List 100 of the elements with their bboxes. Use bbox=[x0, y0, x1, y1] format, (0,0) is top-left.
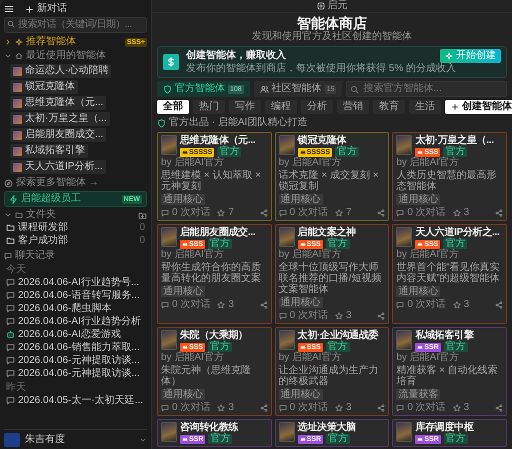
chat-history-item[interactable]: 2026.04.06-销售能力萃取... bbox=[4, 341, 147, 354]
agent-list-item[interactable]: 太初·万皇之皇（... bbox=[10, 112, 110, 126]
avatar-placeholder bbox=[161, 422, 177, 442]
search-field[interactable]: 搜索官方智能体... bbox=[346, 81, 507, 97]
agent-list-item[interactable]: 思维克隆体（元... bbox=[10, 96, 106, 110]
folder-count: 0 bbox=[139, 222, 145, 234]
category-tag: 通用核心 bbox=[161, 286, 205, 297]
author-text: by 启能AI官方 bbox=[161, 157, 225, 168]
menu-icon[interactable] bbox=[4, 4, 14, 14]
star-icon bbox=[452, 404, 461, 412]
category-chip[interactable]: 热门 bbox=[193, 100, 225, 114]
banner-title: 创建智能体，赚取收入 bbox=[186, 50, 287, 62]
chat-icon bbox=[396, 208, 404, 216]
share-icon[interactable] bbox=[377, 404, 386, 412]
app-logo-icon bbox=[316, 2, 324, 10]
sparkle-icon bbox=[15, 38, 23, 46]
author-text: by 启能AI官方 bbox=[161, 249, 225, 260]
chat-history-item[interactable]: 2026.04.06-AI行业趋势分析 bbox=[4, 315, 147, 328]
agent-list-item[interactable]: 锁冠克隆体 bbox=[10, 80, 78, 94]
dollar-icon bbox=[163, 54, 179, 70]
agent-name: 库存调度中枢 bbox=[415, 422, 474, 433]
new-chat-button[interactable]: 新对话 bbox=[25, 3, 67, 15]
create-agent-button[interactable]: 创建智能体 bbox=[445, 100, 512, 114]
official-tag: 官方 bbox=[335, 147, 360, 157]
crown-icon bbox=[300, 436, 306, 442]
search-icon bbox=[7, 20, 15, 28]
share-icon[interactable] bbox=[260, 208, 268, 216]
agent-description: 世界首个能“看见你真实内容天赋”的超级智能体 bbox=[396, 262, 501, 284]
section-label: 聊天记录 bbox=[15, 250, 55, 262]
chat-history-item[interactable]: 2026.04.06-爬虫脚本 bbox=[4, 302, 147, 315]
avatar-placeholder bbox=[278, 135, 295, 155]
chat-count: 0 次对话 bbox=[407, 299, 446, 310]
chat-count: 0 次对话 bbox=[290, 310, 328, 321]
star-icon bbox=[335, 312, 343, 320]
star-icon bbox=[452, 300, 461, 308]
favorite-count: 7 bbox=[346, 207, 352, 218]
crown-icon bbox=[300, 344, 306, 350]
agent-name: 启能文案之神 bbox=[298, 227, 356, 238]
crown-icon bbox=[182, 149, 188, 155]
chat-history-item[interactable]: 2026.04.05-太一·太初天廷... bbox=[4, 394, 147, 407]
agent-name: 思维克隆体（元... bbox=[180, 135, 256, 146]
category-chip[interactable]: 教育 bbox=[373, 100, 405, 114]
share-icon[interactable] bbox=[494, 404, 503, 412]
category-chip[interactable]: 全部 bbox=[157, 100, 189, 114]
official-tag: 官方 bbox=[217, 147, 242, 157]
chat-count: 0 次对话 bbox=[290, 402, 328, 413]
agent-description: 全球十位顶级写作大师联名推荐的口播/短视频文案智能体 bbox=[278, 262, 382, 295]
chevron-down-icon[interactable] bbox=[4, 211, 12, 219]
agent-name: 启能朋友圈成交... bbox=[180, 227, 256, 238]
author-text: by 启能AI官方 bbox=[396, 249, 460, 260]
share-icon[interactable] bbox=[260, 300, 268, 308]
folder-item[interactable]: 客户成功部 0 bbox=[4, 234, 147, 247]
category-chip[interactable]: 写作 bbox=[229, 100, 261, 114]
agent-list-item[interactable]: 启能朋友圈成交... bbox=[10, 128, 106, 142]
chevron-down-icon[interactable] bbox=[4, 52, 12, 60]
category-tag: 流量获客 bbox=[396, 389, 440, 400]
chat-icon bbox=[396, 404, 404, 412]
folders-toggle[interactable]: 文件夹 bbox=[4, 209, 56, 221]
category-chip[interactable]: 编程 bbox=[265, 100, 297, 114]
chevron-down-icon[interactable] bbox=[139, 436, 147, 444]
agent-name: 锁冠克隆体 bbox=[298, 135, 346, 146]
agent-list-item[interactable]: 命运恋人·心动陪聘 bbox=[10, 64, 112, 78]
explore-link[interactable]: 探索更多智能体 → bbox=[4, 177, 147, 189]
sparkle-icon bbox=[445, 52, 453, 60]
page-subtitle: 发现和使用官方及社区创建的智能体 bbox=[251, 31, 413, 43]
chat-history-item[interactable]: 2026.04.06-AI恋爱游戏 bbox=[4, 328, 147, 341]
share-icon[interactable] bbox=[260, 404, 268, 412]
avatar-placeholder bbox=[396, 227, 412, 247]
bot-icon bbox=[6, 330, 15, 339]
search-field[interactable]: 搜索对话（关键词/日期）... bbox=[4, 17, 147, 33]
shield-icon bbox=[163, 84, 172, 94]
chat-history-item[interactable]: 2026.04.06-语音转写服务... bbox=[4, 289, 147, 302]
share-icon[interactable] bbox=[494, 208, 503, 216]
user-avatar bbox=[4, 433, 20, 447]
folder-item[interactable]: 课程研发部 0 bbox=[4, 221, 147, 234]
crown-icon bbox=[417, 241, 424, 247]
author-text: by 启能AI官方 bbox=[278, 157, 342, 168]
chat-history-item[interactable]: 2026.04.06-元神提取访谈... bbox=[4, 367, 147, 380]
category-chip[interactable]: 营销 bbox=[337, 100, 369, 114]
recent-agents-toggle[interactable]: 最近使用的智能体 bbox=[4, 50, 147, 62]
agent-list-item[interactable]: 天人六道IP分析... bbox=[10, 160, 106, 174]
avatar-placeholder bbox=[161, 135, 177, 155]
section-title: 官方出品 · 启能AI团队精心打造 bbox=[169, 117, 308, 129]
category-chip[interactable]: 分析 bbox=[301, 100, 333, 114]
avatar-placeholder bbox=[278, 330, 295, 350]
chat-history-item[interactable]: 2026.04.06-AI行业趋势号... bbox=[4, 276, 147, 289]
category-chip[interactable]: 生活 bbox=[409, 100, 441, 114]
agent-description: 人类历史智慧的最高形态智能体 bbox=[396, 170, 498, 192]
search-icon bbox=[350, 85, 360, 94]
chat-history-item[interactable]: 2026.04.06-元神提取访谈... bbox=[4, 354, 147, 367]
agent-name: 天人六道IP分析之... bbox=[415, 227, 500, 238]
share-icon[interactable] bbox=[494, 300, 503, 308]
chevron-right-icon[interactable] bbox=[4, 38, 12, 46]
favorite-count: 3 bbox=[346, 402, 352, 413]
agent-list-item[interactable]: 私域拓客引擎 bbox=[10, 144, 88, 158]
add-folder-icon[interactable] bbox=[138, 210, 147, 220]
chat-count: 0 次对话 bbox=[407, 207, 446, 218]
share-icon[interactable] bbox=[377, 312, 386, 320]
share-icon[interactable] bbox=[377, 208, 386, 216]
official-tag: 官方 bbox=[326, 434, 350, 444]
